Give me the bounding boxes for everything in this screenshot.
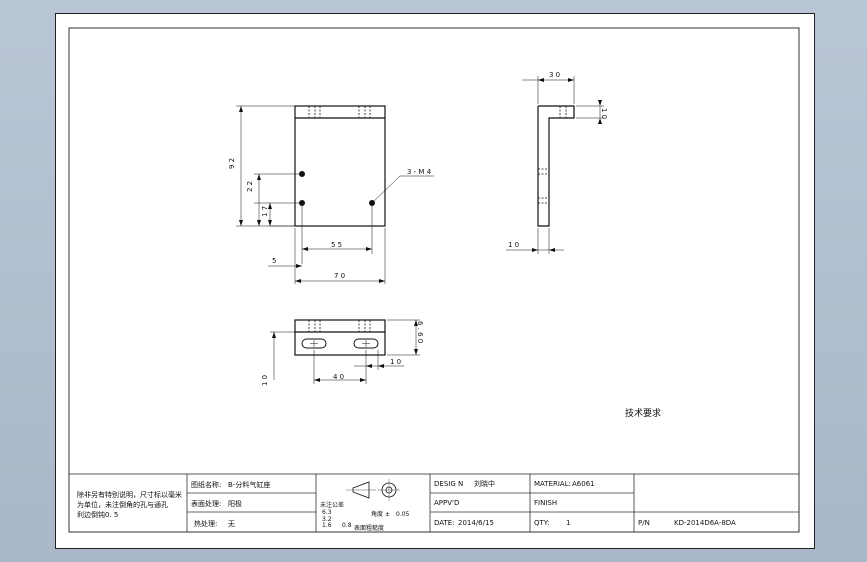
drawing-canvas: 9 2 2 2 1 7 5 5 5 7 0 3 - M 4 3 0 1 0 1 … bbox=[68, 27, 800, 533]
part-name-label: 图纸名称: bbox=[191, 480, 221, 489]
tech-requirements: 技术要求 bbox=[625, 407, 661, 419]
design-label: DESIG N bbox=[434, 480, 463, 488]
roughness-v1: 6.3 bbox=[322, 509, 332, 516]
design-value: 刘晓中 bbox=[474, 479, 495, 488]
date-value: 2014/6/15 bbox=[458, 519, 494, 527]
finish-label: FINISH bbox=[534, 499, 557, 507]
side-profile bbox=[537, 105, 575, 227]
dim-hole-y2: 1 7 bbox=[261, 206, 269, 217]
pn-value: KD-2014D6A-8DA bbox=[674, 519, 736, 527]
dim-slot-spacing: 4 0 bbox=[333, 373, 344, 381]
dim-side-flange: 1 0 bbox=[600, 108, 608, 119]
front-view bbox=[236, 105, 434, 284]
bottom-view bbox=[270, 319, 420, 384]
roughness-label: 未注公差 bbox=[320, 501, 344, 509]
front-plate-outline bbox=[294, 105, 386, 227]
hole-callout: 3 - M 4 bbox=[407, 168, 432, 176]
drawing-sheet: 9 2 2 2 1 7 5 5 5 7 0 3 - M 4 3 0 1 0 1 … bbox=[55, 13, 815, 549]
note-line-2: 为单位，未注倒角的孔与通孔 bbox=[77, 500, 168, 509]
surface-label: 表面处理: bbox=[191, 499, 221, 508]
dim-hole-spacing: 5 5 bbox=[331, 241, 342, 249]
inner-border bbox=[68, 27, 800, 533]
heat-label: 热处理: bbox=[194, 519, 217, 528]
hole-2 bbox=[299, 200, 305, 206]
date-label: DATE: bbox=[434, 519, 455, 527]
heat-value: 无 bbox=[228, 520, 235, 528]
pn-label: P/N bbox=[638, 519, 650, 527]
material-label: MATERIAL: bbox=[534, 480, 571, 488]
dim-side-thickness: 1 0 bbox=[508, 241, 519, 249]
dim-side-top: 3 0 bbox=[549, 71, 560, 79]
flatness-label: 角度 ± bbox=[371, 510, 390, 518]
qty-value: 1 bbox=[566, 519, 570, 527]
note-line-3: 利边倒钝0. 5 bbox=[77, 510, 118, 519]
dim-front-width: 7 0 bbox=[334, 272, 345, 280]
front-view-arrows bbox=[239, 106, 385, 283]
side-view bbox=[506, 76, 604, 254]
flatness-value: 0.05 bbox=[396, 511, 410, 518]
surface-roughness-label: 表面粗糙度 bbox=[354, 524, 384, 532]
part-name-value: B-分料气缸座 bbox=[228, 480, 270, 489]
approved-label: APPV'D bbox=[434, 499, 459, 507]
dim-hole-y1: 2 2 bbox=[246, 181, 254, 192]
dim-slot-right: 1 0 bbox=[390, 358, 401, 366]
hole-1 bbox=[299, 171, 305, 177]
qty-label: QTY: bbox=[534, 519, 550, 527]
bottom-outline bbox=[294, 319, 386, 356]
roughness-v3: 1.6 bbox=[322, 522, 332, 529]
roughness-v4: 0.8 bbox=[342, 522, 352, 529]
note-line-1: 除非另有特别说明，尺寸标以毫米 bbox=[77, 490, 182, 499]
dim-bottom-height: 6 . 6 0 bbox=[416, 321, 424, 343]
bottom-view-arrows bbox=[272, 320, 418, 382]
material-value: A6061 bbox=[572, 480, 595, 488]
dim-front-height: 9 2 bbox=[228, 158, 236, 169]
dim-edge: 5 bbox=[272, 257, 276, 265]
surface-value: 阳极 bbox=[228, 499, 242, 508]
dim-slot-left: 1 0 bbox=[261, 375, 269, 386]
